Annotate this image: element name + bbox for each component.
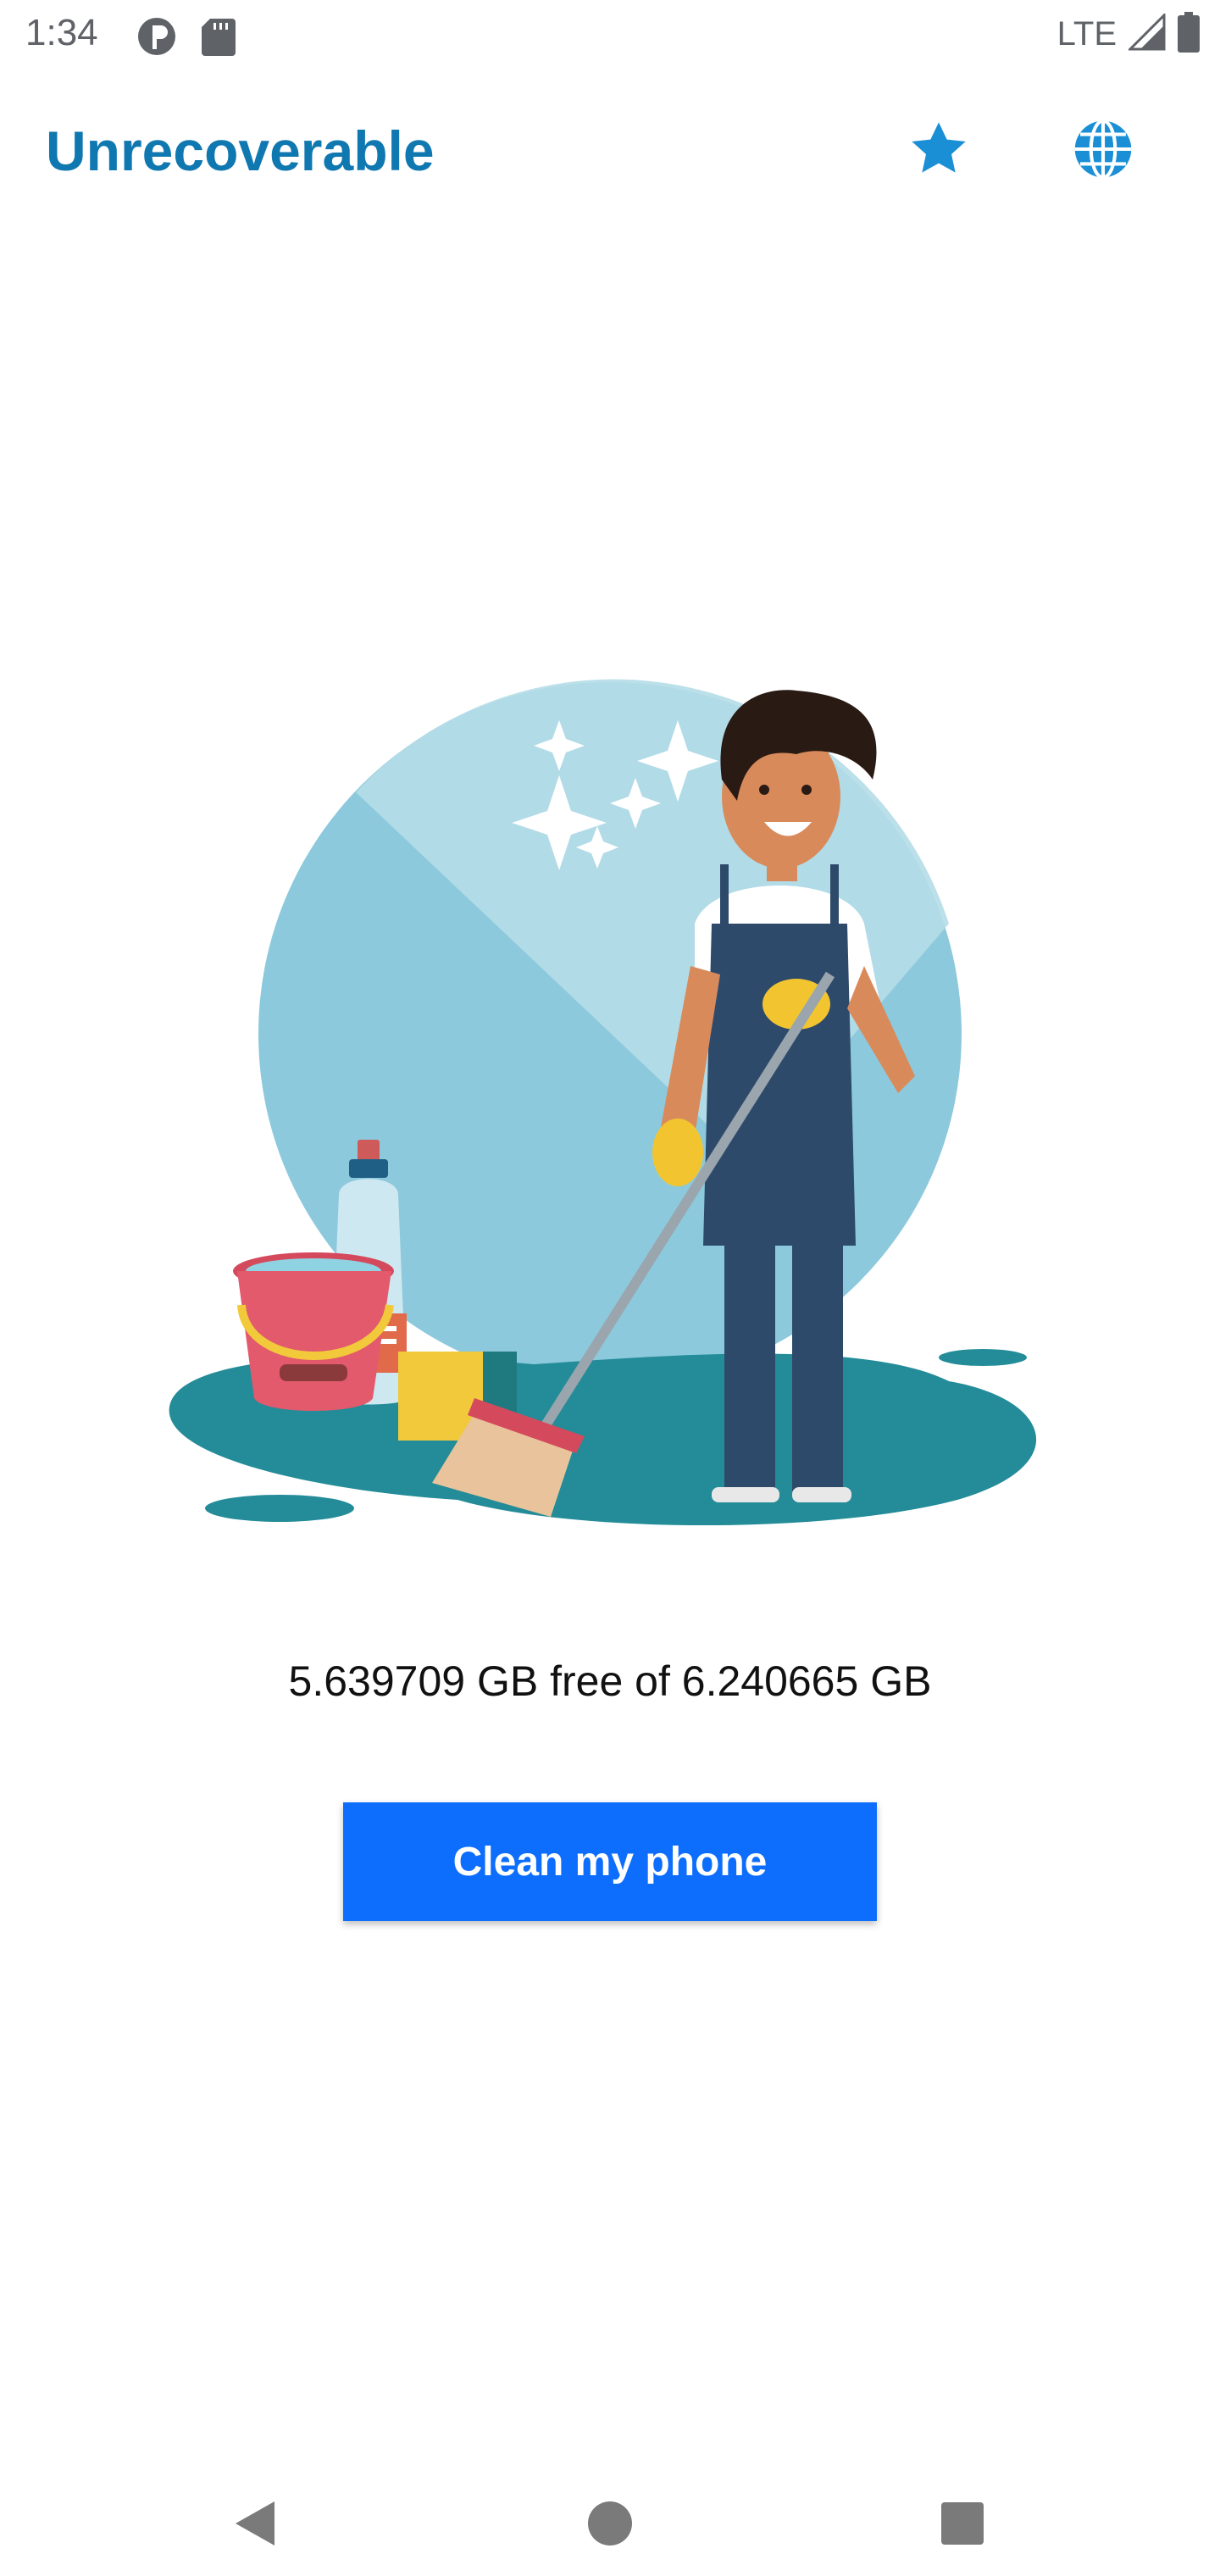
language-button[interactable] xyxy=(1061,108,1145,193)
app-title: Unrecoverable xyxy=(46,119,435,182)
notification-icon xyxy=(136,15,178,62)
app-bar: Unrecoverable xyxy=(0,93,1220,203)
system-nav-bar xyxy=(0,2457,1220,2576)
globe-icon xyxy=(1071,117,1135,186)
storage-info: 5.639709 GB free of 6.240665 GB xyxy=(288,1657,932,1705)
cleaning-illustration xyxy=(152,652,1068,1542)
recents-button[interactable] xyxy=(920,2483,1005,2568)
star-icon xyxy=(905,115,973,187)
back-button[interactable] xyxy=(212,2483,297,2568)
rate-button[interactable] xyxy=(896,108,981,193)
back-icon xyxy=(230,2498,278,2553)
clean-my-phone-button[interactable]: Clean my phone xyxy=(343,1802,877,1921)
home-button[interactable] xyxy=(568,2483,652,2568)
status-bar: 1:34 LTE xyxy=(0,0,1220,71)
signal-icon xyxy=(1127,12,1166,55)
recents-icon xyxy=(940,2501,985,2551)
battery-icon xyxy=(1178,12,1200,57)
home-icon xyxy=(586,2500,634,2551)
status-time: 1:34 xyxy=(25,12,98,53)
sd-card-icon xyxy=(200,15,237,62)
network-type: LTE xyxy=(1056,15,1117,53)
